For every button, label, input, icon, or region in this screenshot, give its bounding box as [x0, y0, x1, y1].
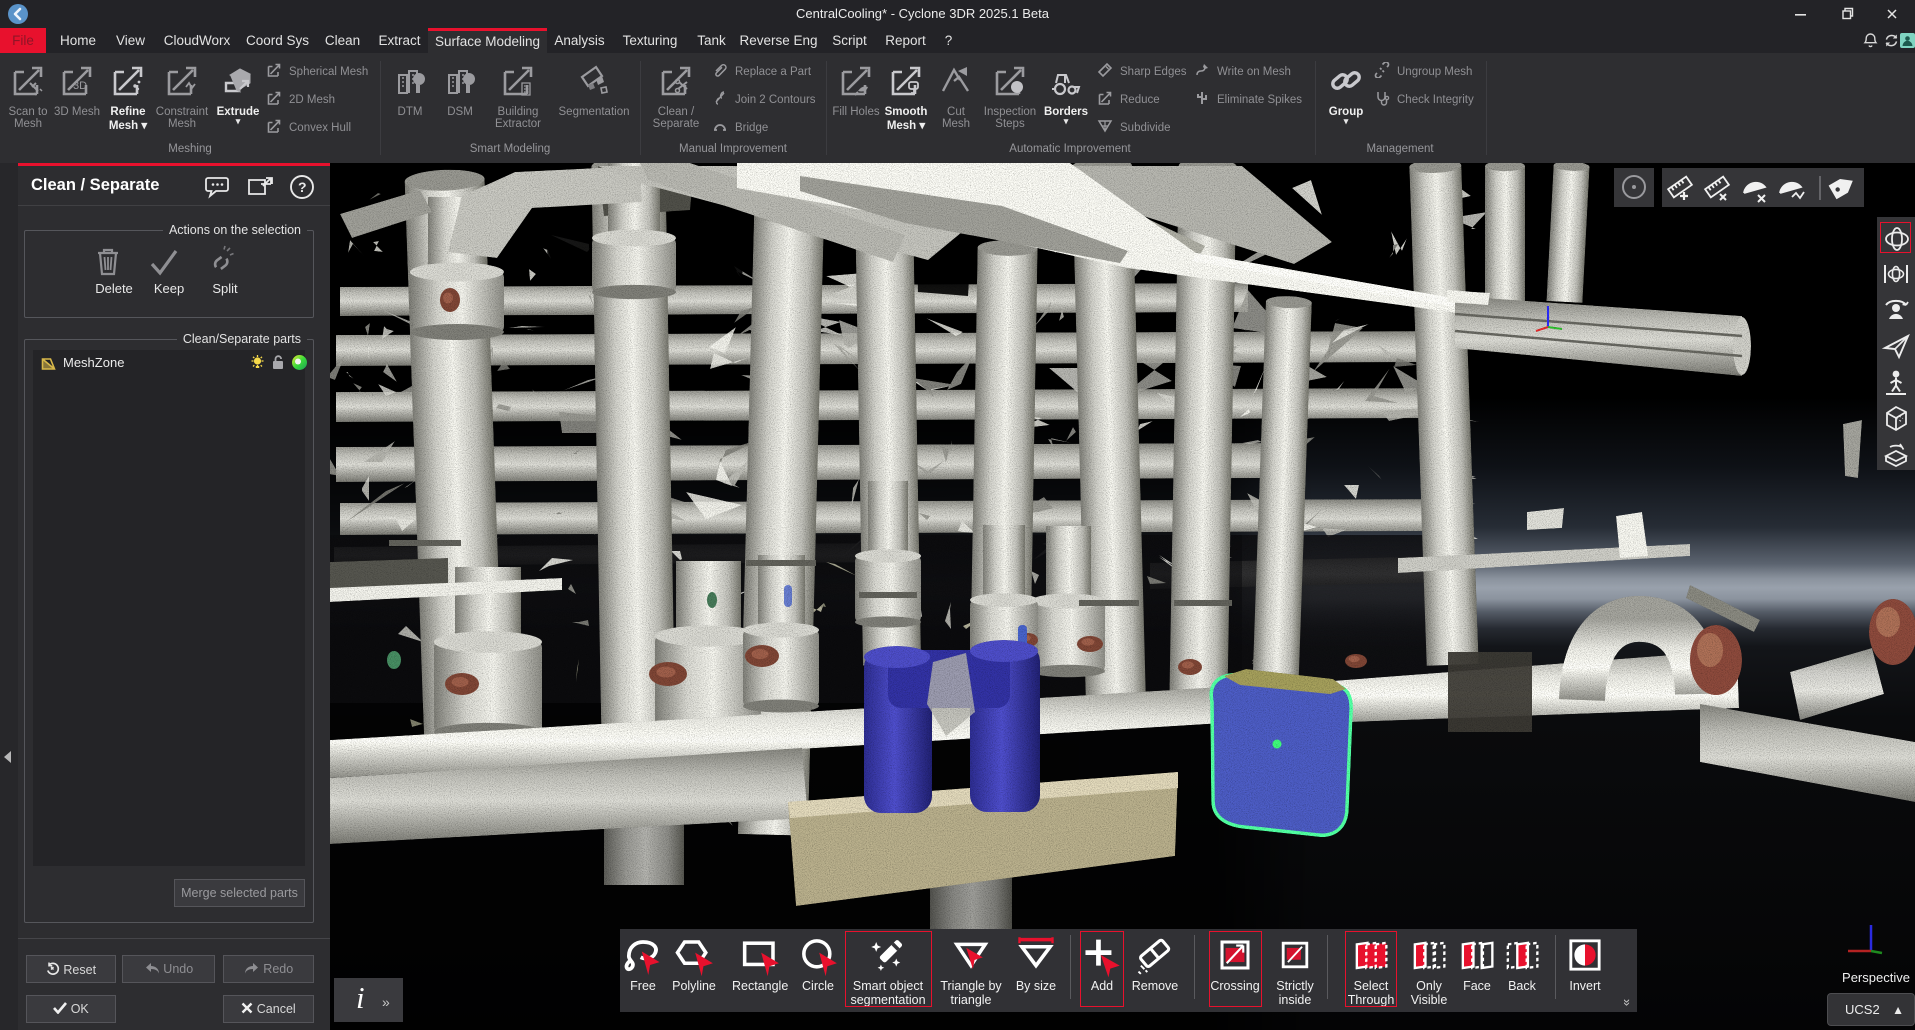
svg-text:?: ?	[298, 179, 307, 195]
svg-text:3D: 3D	[73, 80, 87, 92]
